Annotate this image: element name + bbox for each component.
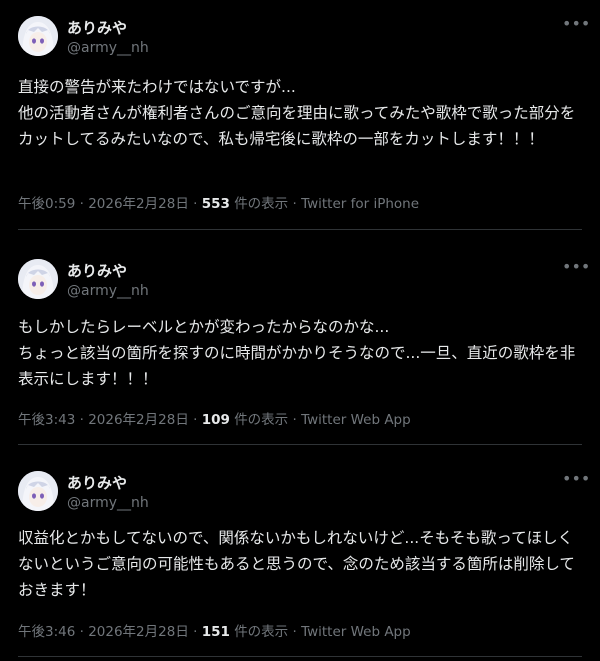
divider bbox=[18, 229, 582, 230]
more-horizontal-icon[interactable]: ••• bbox=[562, 471, 590, 489]
tweet[interactable]: ありみや @army__nh ••• 収益化とかもしてないので、関係ないかもしれ… bbox=[0, 455, 600, 661]
separator: · bbox=[75, 624, 89, 640]
separator: · bbox=[188, 196, 202, 212]
view-label: 件の表示 bbox=[234, 412, 289, 428]
avatar[interactable] bbox=[18, 16, 58, 56]
view-count: 151 bbox=[201, 624, 230, 640]
username[interactable]: @army__nh bbox=[67, 495, 149, 511]
tweet-meta: 午後3:43 · 2026年2月28日 · 109 件の表示 · Twitter… bbox=[18, 408, 411, 428]
view-count: 109 bbox=[201, 412, 230, 428]
tweet-source: Twitter Web App bbox=[301, 412, 411, 428]
tweet-time[interactable]: 午後3:46 bbox=[18, 624, 75, 640]
divider bbox=[18, 656, 582, 657]
tweet-text: もしかしたらレーベルとかが変わったからなのかな... ちょっと該当の箇所を探すの… bbox=[18, 318, 576, 388]
avatar[interactable] bbox=[18, 471, 58, 511]
tweet-text: 直接の警告が来たわけではないですが... 他の活動者さんが権利者さんのご意向を理… bbox=[18, 78, 576, 148]
tweet-time[interactable]: 午後0:59 bbox=[18, 196, 75, 212]
separator: · bbox=[288, 196, 302, 212]
separator: · bbox=[288, 412, 302, 428]
tweet[interactable]: ありみや @army__nh ••• 直接の警告が来たわけではないですが... … bbox=[0, 0, 600, 230]
tweet-time[interactable]: 午後3:43 bbox=[18, 412, 75, 428]
tweet-meta: 午後3:46 · 2026年2月28日 · 151 件の表示 · Twitter… bbox=[18, 620, 411, 640]
view-label: 件の表示 bbox=[234, 196, 289, 212]
avatar[interactable] bbox=[18, 259, 58, 299]
tweet-date[interactable]: 2026年2月28日 bbox=[88, 196, 189, 212]
view-count: 553 bbox=[201, 196, 230, 212]
more-horizontal-icon[interactable]: ••• bbox=[562, 259, 590, 277]
view-label: 件の表示 bbox=[234, 624, 289, 640]
separator: · bbox=[75, 412, 89, 428]
display-name[interactable]: ありみや bbox=[67, 17, 127, 38]
username[interactable]: @army__nh bbox=[67, 40, 149, 56]
display-name[interactable]: ありみや bbox=[67, 472, 127, 493]
separator: · bbox=[288, 624, 302, 640]
tweet-text: 収益化とかもしてないので、関係ないかもしれないけど...そもそも歌ってほしくない… bbox=[18, 529, 575, 599]
tweet-meta: 午後0:59 · 2026年2月28日 · 553 件の表示 · Twitter… bbox=[18, 192, 419, 212]
display-name[interactable]: ありみや bbox=[67, 260, 127, 281]
tweet[interactable]: ありみや @army__nh ••• もしかしたらレーベルとかが変わったからなの… bbox=[0, 243, 600, 445]
separator: · bbox=[188, 624, 202, 640]
separator: · bbox=[188, 412, 202, 428]
tweet-date[interactable]: 2026年2月28日 bbox=[88, 624, 189, 640]
separator: · bbox=[75, 196, 89, 212]
tweet-source: Twitter Web App bbox=[301, 624, 411, 640]
tweet-date[interactable]: 2026年2月28日 bbox=[88, 412, 189, 428]
tweet-source: Twitter for iPhone bbox=[301, 196, 420, 212]
more-horizontal-icon[interactable]: ••• bbox=[562, 16, 590, 34]
divider bbox=[18, 444, 582, 445]
username[interactable]: @army__nh bbox=[67, 283, 149, 299]
